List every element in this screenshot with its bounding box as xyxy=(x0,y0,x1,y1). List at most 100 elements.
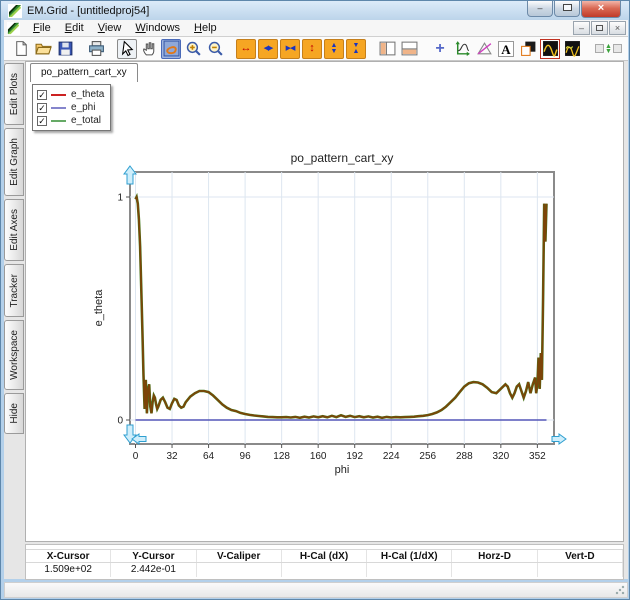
tile-vertical-icon[interactable] xyxy=(377,39,397,59)
legend-checkbox-e_total[interactable]: ✓ xyxy=(37,116,47,126)
readout-header-vert-d: Vert-D xyxy=(538,550,623,562)
menu-edit[interactable]: Edit xyxy=(58,21,91,35)
maximize-button[interactable] xyxy=(554,1,580,17)
legend-checkbox-e_theta[interactable]: ✓ xyxy=(37,90,47,100)
sidebar-tab-workspace[interactable]: Workspace xyxy=(4,320,24,390)
plot-style-1-icon[interactable] xyxy=(540,39,560,59)
x-tick-label: 0 xyxy=(133,451,139,462)
legend-line-sample xyxy=(51,120,66,122)
add-text-icon[interactable]: A xyxy=(496,39,516,59)
sidebar-tab-edit-graph[interactable]: Edit Graph xyxy=(4,128,24,196)
legend-label: e_total xyxy=(71,115,101,126)
vertical-spacing-icon[interactable]: ▲▼ xyxy=(593,39,624,59)
print-icon[interactable] xyxy=(86,39,106,59)
shrink-horizontal-icon[interactable]: ▶◀ xyxy=(280,39,300,59)
restore-icon xyxy=(563,4,572,11)
legend-label: e_theta xyxy=(71,89,104,100)
menu-bar: FileEditViewWindowsHelp – × xyxy=(4,20,628,37)
sidebar-tabstrip: Edit Plots Edit Graph Edit Axes Tracker Work… xyxy=(4,63,25,437)
x-tick-label: 352 xyxy=(529,451,546,462)
sidebar-tab-edit-axes[interactable]: Edit Axes xyxy=(4,199,24,261)
sidebar-tab-tracker[interactable]: Tracker xyxy=(4,264,24,318)
save-file-icon[interactable] xyxy=(55,39,75,59)
readout-header-h-cal-1-dx-: H-Cal (1/dX) xyxy=(367,550,452,562)
expand-vertical-icon[interactable]: ↕ xyxy=(302,39,322,59)
x-tick-label: 160 xyxy=(310,451,327,462)
sidebar-tab-label: Workspace xyxy=(9,330,20,380)
readout-value-2 xyxy=(197,563,282,577)
legend-checkbox-e_phi[interactable]: ✓ xyxy=(37,103,47,113)
mdi-restore-icon xyxy=(596,25,603,31)
x-tick-label: 96 xyxy=(240,451,252,462)
x-tick-label: 32 xyxy=(166,451,178,462)
y-tick-label: 1 xyxy=(117,193,123,204)
resize-grip[interactable] xyxy=(615,585,625,595)
menu-file[interactable]: File xyxy=(26,21,58,35)
menu-help[interactable]: Help xyxy=(187,21,224,35)
zoom-in-icon[interactable] xyxy=(183,39,203,59)
graph-tab[interactable]: po_pattern_cart_xy xyxy=(30,63,138,82)
mdi-child-icon xyxy=(7,22,20,35)
title-bar: EM.Grid - [untitledproj54] – × xyxy=(1,1,629,20)
zoom-region-icon[interactable] xyxy=(161,39,181,59)
x-tick-label: 320 xyxy=(492,451,509,462)
application-window: EM.Grid - [untitledproj54] – × FileEditV… xyxy=(0,0,630,600)
x-tick-label: 192 xyxy=(346,451,363,462)
mdi-minimize-button[interactable]: – xyxy=(573,21,590,35)
readout-value-0: 1.509e+02 xyxy=(26,563,111,577)
stretch-vertical-icon[interactable]: ▲▼ xyxy=(324,39,344,59)
toolbar: ↔◀▶▶◀↕▲▼▼▲+A▲▼↔Layout xyxy=(4,37,628,61)
x-tick-label: 256 xyxy=(419,451,436,462)
y-tick-label: 0 xyxy=(117,416,123,427)
plot-frame xyxy=(130,172,554,444)
x-axis-label: phi xyxy=(335,464,350,476)
x-tick-label: 224 xyxy=(383,451,400,462)
legend-entry-e_total: ✓ e_total xyxy=(37,114,104,127)
x-tick-label: 288 xyxy=(456,451,473,462)
plot-title: po_pattern_cart_xy xyxy=(291,151,394,165)
stretch-horizontal-icon[interactable]: ◀▶ xyxy=(258,39,278,59)
mdi-restore-button[interactable] xyxy=(591,21,608,35)
add-cursor-icon[interactable]: + xyxy=(430,39,450,59)
x-tick-label: 64 xyxy=(203,451,215,462)
pan-hand-icon[interactable] xyxy=(139,39,159,59)
plot-style-2-icon[interactable] xyxy=(562,39,582,59)
readout-value-6 xyxy=(538,563,623,577)
readout-header-h-cal-dx-: H-Cal (dX) xyxy=(282,550,367,562)
plot-canvas[interactable]: po_pattern_cart_xy0326496128160192224256… xyxy=(26,62,624,541)
sidebar-tab-edit-plots[interactable]: Edit Plots xyxy=(4,63,24,125)
app-logo-icon xyxy=(8,4,22,18)
readout-value-1: 2.442e-01 xyxy=(111,563,196,577)
window-title: EM.Grid - [untitledproj54] xyxy=(27,5,149,17)
sidebar-tab-label: Edit Axes xyxy=(9,209,20,251)
new-document-icon[interactable] xyxy=(11,39,31,59)
readout-header-y-cursor: Y-Cursor xyxy=(111,550,196,562)
legend-label: e_phi xyxy=(71,102,95,113)
legend-entry-e_theta: ✓ e_theta xyxy=(37,88,104,101)
select-cursor-icon[interactable] xyxy=(117,39,137,59)
mdi-close-button[interactable]: × xyxy=(609,21,626,35)
sidebar-tab-label: Edit Graph xyxy=(9,138,20,186)
legend-entry-e_phi: ✓ e_phi xyxy=(37,101,104,114)
edit-axes-icon[interactable] xyxy=(452,39,472,59)
caliper-icon[interactable] xyxy=(474,39,494,59)
open-file-icon[interactable] xyxy=(33,39,53,59)
sidebar-tab-label: Hide xyxy=(9,403,20,424)
y-axis-label: e_theta xyxy=(93,289,105,327)
shrink-vertical-icon[interactable]: ▼▲ xyxy=(346,39,366,59)
copy-image-icon[interactable] xyxy=(518,39,538,59)
zoom-out-icon[interactable] xyxy=(205,39,225,59)
menu-view[interactable]: View xyxy=(91,21,129,35)
sidebar-tab-label: Tracker xyxy=(9,274,20,308)
tile-horizontal-icon[interactable] xyxy=(399,39,419,59)
minimize-button[interactable]: – xyxy=(527,1,553,17)
readout-value-3 xyxy=(282,563,367,577)
plot-legend: ✓ e_theta ✓ e_phi ✓ e_total xyxy=(32,84,111,131)
close-button[interactable]: × xyxy=(581,1,621,18)
sidebar-tab-hide[interactable]: Hide xyxy=(4,393,24,434)
expand-horizontal-icon[interactable]: ↔ xyxy=(236,39,256,59)
legend-line-sample xyxy=(51,94,66,96)
menu-windows[interactable]: Windows xyxy=(128,21,187,35)
readout-header-x-cursor: X-Cursor xyxy=(26,550,111,562)
graph-panel: po_pattern_cart_xy0326496128160192224256… xyxy=(25,61,624,542)
